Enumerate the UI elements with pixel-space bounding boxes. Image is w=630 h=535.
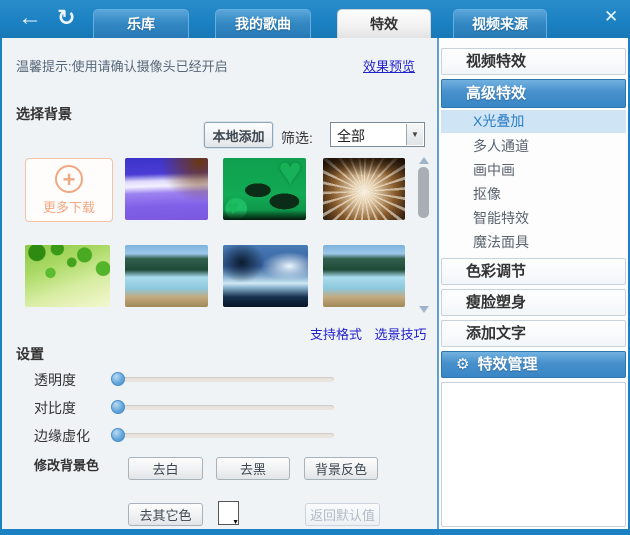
thumbnail-green-leaves[interactable]: [25, 245, 110, 307]
effects-window: ← ↻ 乐库 我的歌曲 特效 视频来源 ✕ 温馨提示:使用请确认摄像头已经开启 …: [0, 0, 630, 535]
plus-circle-icon: +: [55, 165, 83, 193]
edge-feather-slider[interactable]: [116, 433, 334, 438]
tab-my-songs[interactable]: 我的歌曲: [215, 9, 311, 38]
scene-tips-link[interactable]: 选景技巧: [374, 327, 426, 342]
sidebar-item-picture-in-picture[interactable]: 画中画: [441, 159, 626, 182]
filter-selected-value: 全部: [337, 126, 365, 146]
reset-default-button[interactable]: 返回默认值: [305, 503, 380, 526]
invert-background-button[interactable]: 背景反色: [304, 457, 378, 480]
sidebar-item-xray-overlay[interactable]: X光叠加: [441, 110, 626, 133]
sidebar-header-color-adjust[interactable]: 色彩调节: [441, 258, 626, 285]
more-downloads-card[interactable]: + 更多下载: [25, 158, 113, 222]
sidebar-empty-panel: [441, 382, 626, 527]
refresh-icon[interactable]: ↻: [57, 5, 75, 31]
filter-label: 筛选:: [281, 128, 313, 148]
thumbnail-waterfall-purple[interactable]: [125, 158, 208, 220]
back-icon[interactable]: ←: [18, 4, 42, 32]
remove-other-color-button[interactable]: 去其它色: [128, 503, 203, 526]
tab-effects[interactable]: 特效: [337, 9, 431, 38]
settings-title: 设置: [16, 344, 44, 364]
contrast-slider-row: 对比度: [0, 397, 435, 417]
sidebar-item-multi-channel[interactable]: 多人通道: [441, 135, 626, 158]
contrast-slider[interactable]: [116, 405, 334, 410]
camera-tip-text: 温馨提示:使用请确认摄像头已经开启: [16, 56, 228, 75]
tab-music-library[interactable]: 乐库: [93, 9, 189, 38]
edge-feather-label: 边缘虚化: [34, 426, 90, 446]
edge-feather-slider-row: 边缘虚化: [0, 425, 435, 445]
thumbnail-radial-blur[interactable]: [323, 158, 405, 220]
heart-icon: ♥: [227, 197, 239, 220]
local-add-button[interactable]: 本地添加: [204, 122, 273, 148]
support-links: 支持格式 选景技巧: [302, 324, 426, 344]
contrast-label: 对比度: [34, 398, 76, 418]
tab-video-source[interactable]: 视频来源: [453, 9, 547, 38]
title-bar: ← ↻ 乐库 我的歌曲 特效 视频来源 ✕: [0, 0, 630, 38]
chevron-down-icon[interactable]: ▼: [406, 124, 423, 145]
color-swatch[interactable]: ▼: [218, 501, 239, 525]
scrollbar-thumb[interactable]: [418, 167, 429, 218]
sidebar-item-smart-effects[interactable]: 智能特效: [441, 207, 626, 230]
sidebar-header-advanced-effects[interactable]: 高级特效: [441, 79, 626, 108]
remove-black-button[interactable]: 去黑: [216, 457, 290, 480]
scroll-down-icon[interactable]: [419, 306, 429, 313]
modify-bg-color-label: 修改背景色: [34, 455, 99, 474]
thumbnail-hearts-green[interactable]: ♥ ♥: [223, 158, 306, 220]
slider-knob[interactable]: [111, 428, 125, 442]
thumbnail-lake-trees-2[interactable]: [323, 245, 405, 307]
chevron-down-icon: ▼: [232, 519, 239, 526]
sidebar-item-keying[interactable]: 抠像: [441, 183, 626, 206]
transparency-slider[interactable]: [116, 377, 334, 382]
effects-manager-label: 特效管理: [477, 352, 537, 377]
effect-preview-link[interactable]: 效果预览: [363, 56, 415, 75]
thumbnail-lake-trees[interactable]: [125, 245, 208, 307]
scroll-up-icon[interactable]: [419, 157, 429, 164]
slider-knob[interactable]: [111, 400, 125, 414]
sidebar-header-face-slimming[interactable]: 瘦脸塑身: [441, 289, 626, 316]
choose-background-title: 选择背景: [16, 104, 72, 124]
transparency-label: 透明度: [34, 370, 76, 390]
transparency-slider-row: 透明度: [0, 369, 435, 389]
thumbnail-palm-night[interactable]: [223, 245, 308, 307]
filter-dropdown[interactable]: 全部 ▼: [330, 122, 425, 147]
gear-icon: ⚙: [456, 352, 469, 377]
slider-knob[interactable]: [111, 372, 125, 386]
close-icon[interactable]: ✕: [604, 7, 618, 27]
sidebar-header-video-effects[interactable]: 视频特效: [441, 48, 626, 75]
sidebar-header-add-text[interactable]: 添加文字: [441, 320, 626, 347]
heart-icon: ♥: [278, 158, 302, 195]
remove-white-button[interactable]: 去白: [128, 457, 203, 480]
supported-formats-link[interactable]: 支持格式: [310, 327, 362, 342]
sidebar-item-magic-mask[interactable]: 魔法面具: [441, 231, 626, 254]
more-downloads-label: 更多下载: [43, 197, 95, 216]
sidebar-header-effects-manager[interactable]: ⚙ 特效管理: [441, 351, 626, 378]
